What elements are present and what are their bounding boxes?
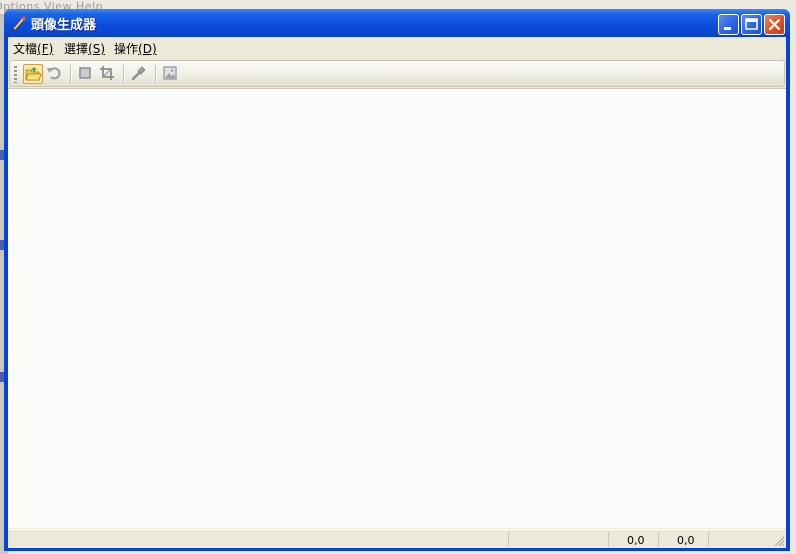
undo-button[interactable] xyxy=(45,64,65,84)
feather-pen-icon[interactable] xyxy=(11,15,27,31)
menu-select[interactable]: 選擇(S) xyxy=(64,40,105,57)
menu-file-mnemonic: (F) xyxy=(37,42,54,56)
status-pane-coord2: 0,0 xyxy=(658,532,708,547)
status-coord2: 0,0 xyxy=(677,534,695,547)
crop-button[interactable] xyxy=(98,64,118,84)
close-button[interactable] xyxy=(764,14,785,35)
open-folder-icon xyxy=(25,67,42,81)
undo-icon xyxy=(47,67,61,80)
status-pane xyxy=(508,532,608,547)
menu-operate-label: 操作 xyxy=(114,42,139,56)
maximize-button[interactable] xyxy=(741,14,762,35)
brush-icon xyxy=(131,66,146,81)
minimize-icon xyxy=(724,27,731,30)
status-pane-coord1: 0,0 xyxy=(608,532,658,547)
main-window: 頭像生成器 文檔(F) 選擇(S) 操作(D) 0,0 0,0 xyxy=(4,9,790,551)
menu-file[interactable]: 文檔(F) xyxy=(13,40,53,57)
crop-icon xyxy=(100,66,114,80)
drawing-canvas[interactable] xyxy=(8,88,786,528)
close-icon xyxy=(768,18,781,31)
square-select-button[interactable] xyxy=(76,64,96,84)
window-client-area: 文檔(F) 選擇(S) 操作(D) 0,0 0,0 xyxy=(8,37,786,548)
status-bar: 0,0 0,0 xyxy=(8,529,786,548)
title-bar[interactable]: 頭像生成器 xyxy=(4,9,790,37)
menu-bar: 文檔(F) 選擇(S) 操作(D) xyxy=(8,37,786,59)
toolbar-separator xyxy=(123,65,124,83)
brush-button[interactable] xyxy=(130,64,150,84)
minimize-button[interactable] xyxy=(718,14,739,35)
image-icon xyxy=(163,66,177,80)
window-title: 頭像生成器 xyxy=(31,18,97,33)
toolbar-separator xyxy=(155,65,156,83)
square-select-icon xyxy=(79,67,91,79)
open-button[interactable] xyxy=(23,64,43,84)
status-pane xyxy=(708,532,770,547)
menu-select-label: 選擇 xyxy=(64,42,89,56)
resize-grip[interactable] xyxy=(773,535,784,546)
image-button[interactable] xyxy=(161,64,181,84)
toolbar xyxy=(9,60,785,87)
menu-operate[interactable]: 操作(D) xyxy=(114,40,157,57)
menu-operate-mnemonic: (D) xyxy=(138,42,157,56)
toolbar-grip[interactable] xyxy=(14,66,17,83)
toolbar-separator xyxy=(70,65,71,83)
status-coord1: 0,0 xyxy=(627,534,645,547)
menu-select-mnemonic: (S) xyxy=(88,42,105,56)
menu-file-label: 文檔 xyxy=(13,42,38,56)
maximize-icon xyxy=(745,18,758,30)
